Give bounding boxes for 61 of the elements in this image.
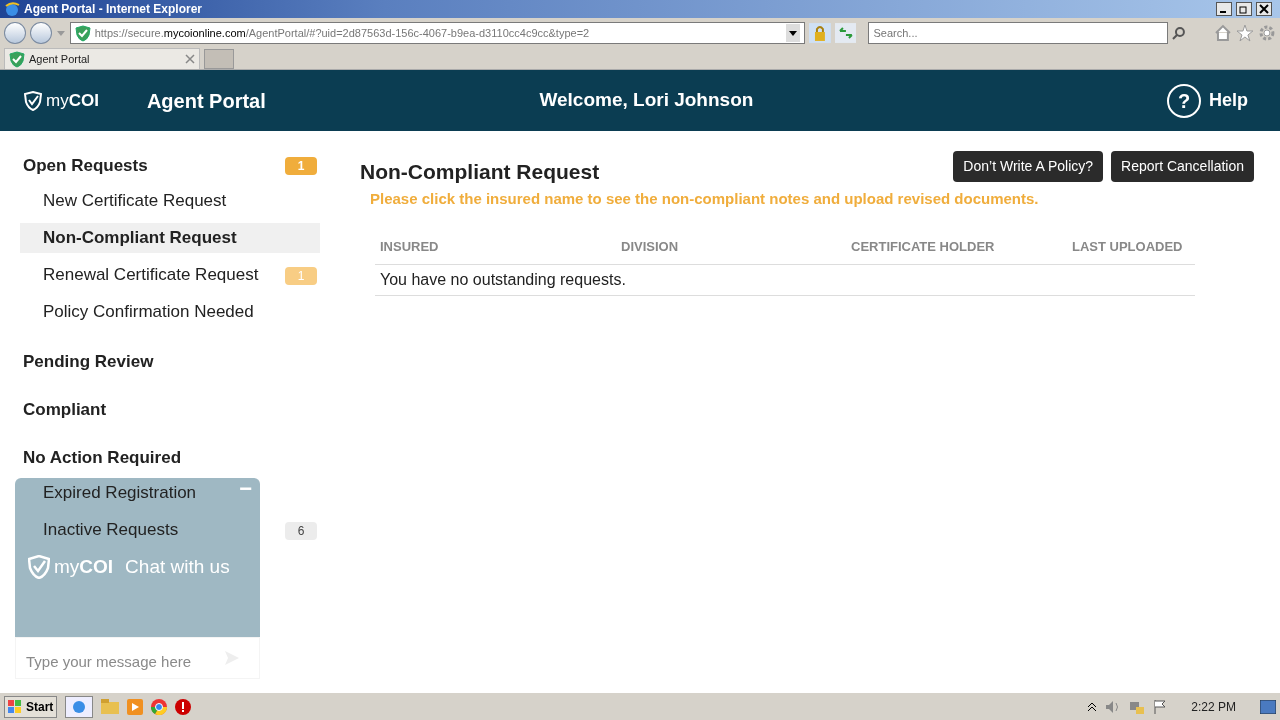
address-bar[interactable]: https://secure.mycoionline.com/AgentPortal/#?uid=2d87563d-156c-4067-b9ea-d3110cc4c9cc&type=2 [69, 22, 805, 44]
start-button[interactable]: Start [4, 695, 58, 718]
home-icon[interactable] [1214, 24, 1233, 42]
close-icon[interactable] [1256, 2, 1272, 16]
shield-logo-icon [28, 555, 50, 580]
logo-text: myCOI [46, 92, 99, 109]
chevron-up-icon[interactable] [1087, 700, 1098, 713]
stop-sign-icon[interactable] [175, 698, 192, 715]
chat-title: Chat with us [125, 555, 230, 579]
column-header: DIVISION [616, 228, 846, 266]
lock-icon[interactable] [808, 23, 831, 43]
chat-logo-text: myCOI [54, 555, 114, 579]
chrome-logo-icon[interactable] [151, 698, 168, 715]
shield-icon [9, 50, 25, 68]
portal-title: Agent Portal [146, 88, 266, 114]
help-link[interactable]: ? Help [1167, 83, 1248, 118]
sidebar-group[interactable]: Pending Review [23, 349, 154, 375]
welcome-text: Welcome, Lori Johnson [539, 89, 754, 111]
search-field[interactable]: Search... [868, 22, 1169, 44]
dropdown-icon[interactable] [785, 24, 800, 42]
windows-logo-icon [8, 699, 22, 714]
shield-icon [74, 24, 91, 42]
column-header: INSURED [375, 228, 616, 266]
sidebar-item[interactable]: Policy Confirmation Needed [20, 297, 254, 327]
sidebar-item[interactable]: Expired Registration [20, 478, 197, 508]
search-icon[interactable] [1172, 26, 1187, 40]
clock-text: 2:22 PM [1191, 698, 1236, 716]
empty-message: You have no outstanding requests. [375, 265, 1195, 297]
sidebar-item[interactable]: Non-Compliant Request [20, 223, 320, 253]
column-header: CERTIFICATE HOLDER [846, 228, 1067, 266]
restore-icon[interactable] [1236, 2, 1252, 16]
action-button[interactable]: Don’t Write A Policy? [953, 151, 1104, 182]
message-field[interactable]: Type your message here [15, 637, 260, 679]
count-badge: 6 [285, 522, 317, 540]
back-button[interactable] [4, 22, 26, 44]
settings-icon[interactable] [1258, 24, 1276, 42]
shield-logo-icon [24, 90, 42, 111]
sidebar-item[interactable]: New Certificate Request [20, 186, 227, 216]
page-title: Non-Compliant Request [360, 159, 601, 185]
notice-text: Please click the insured name to see the non-compliant notes and upload revised documents. [370, 189, 1040, 210]
forward-button[interactable] [29, 22, 52, 44]
column-header: LAST UPLOADED [1067, 228, 1195, 266]
action-button[interactable]: Report Cancellation [1111, 151, 1254, 182]
folder-icon[interactable] [101, 698, 120, 715]
new-tab-button[interactable] [204, 49, 234, 69]
sidebar-group[interactable]: Compliant [23, 397, 107, 423]
show-desktop-icon[interactable] [1260, 699, 1276, 714]
count-badge: 1 [285, 157, 317, 175]
sidebar-item[interactable]: Inactive Requests [20, 515, 179, 545]
refresh-icon[interactable] [834, 23, 857, 43]
count-badge: 1 [285, 267, 317, 285]
browser-tab[interactable]: Agent Portal [4, 48, 200, 69]
minimize-icon[interactable] [1216, 2, 1232, 16]
url-text: https://secure.mycoionline.com/AgentPortal/#?uid=2d87563d-156c-4067-b9ea-d3110cc4c9cc&type=2 [94, 26, 591, 41]
media-player-icon[interactable] [127, 698, 144, 715]
sidebar-group[interactable]: Open Requests [23, 153, 148, 179]
star-icon[interactable] [1236, 24, 1255, 42]
window-title: Agent Portal - Internet Explorer [24, 1, 204, 18]
sidebar-group[interactable]: No Action Required [23, 445, 182, 471]
sidebar-item[interactable]: Renewal Certificate Request [20, 260, 259, 290]
flag-icon[interactable] [1153, 698, 1168, 715]
